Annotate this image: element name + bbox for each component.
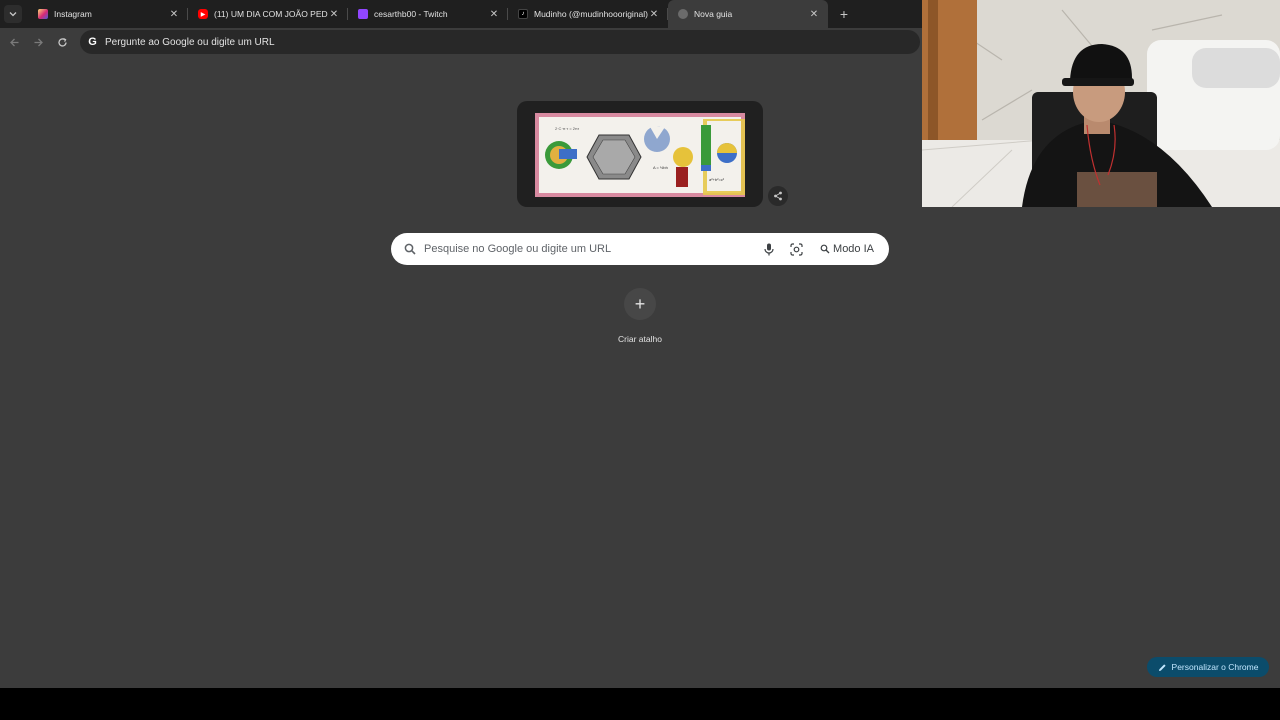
- address-bar[interactable]: G Pergunte ao Google ou digite um URL: [80, 30, 920, 54]
- ai-mode-label: Modo IA: [833, 243, 874, 255]
- tab-instagram[interactable]: Instagram ✕: [28, 0, 188, 28]
- doodle-image: 2·C·π·r = 2πr A = ½bh a²+b²=c²: [535, 113, 745, 197]
- twitch-icon: [358, 9, 368, 19]
- arrow-left-icon: [9, 38, 18, 46]
- tab-search-button[interactable]: [4, 5, 22, 23]
- forward-button[interactable]: [26, 30, 50, 54]
- shortcut-label: Criar atalho: [618, 334, 662, 344]
- google-g-icon: G: [88, 36, 97, 48]
- google-doodle[interactable]: 2·C·π·r = 2πr A = ½bh a²+b²=c²: [517, 101, 763, 207]
- close-icon[interactable]: ✕: [648, 9, 660, 20]
- browser-toolbar: G Pergunte ao Google ou digite um URL: [0, 28, 922, 56]
- tab-title: Mudinho (@mudinhoooriginal): [534, 9, 648, 19]
- tab-twitch[interactable]: cesarthb00 - Twitch ✕: [348, 0, 508, 28]
- customize-chrome-button[interactable]: Personalizar o Chrome: [1147, 657, 1269, 677]
- microphone-icon: [764, 243, 774, 255]
- taskbar-area: [0, 688, 1280, 720]
- camera-lens-icon: [789, 242, 803, 256]
- arrow-right-icon: [34, 38, 43, 46]
- customize-label: Personalizar o Chrome: [1171, 662, 1259, 672]
- close-icon[interactable]: ✕: [488, 9, 500, 20]
- search-input[interactable]: [424, 233, 760, 265]
- tab-title: Instagram: [54, 9, 92, 19]
- tiktok-icon: ♪: [518, 9, 528, 19]
- lens-search-button[interactable]: [786, 239, 806, 259]
- close-icon[interactable]: ✕: [808, 9, 820, 20]
- tab-title: (11) UM DIA COM JOÃO PEDRO: [214, 9, 328, 19]
- webcam-overlay: [922, 0, 1280, 207]
- tab-title: cesarthb00 - Twitch: [374, 9, 448, 19]
- add-shortcut[interactable]: + Criar atalho: [610, 288, 670, 344]
- tab-new-tab[interactable]: Nova guia ✕: [668, 0, 828, 28]
- close-icon[interactable]: ✕: [168, 9, 180, 20]
- plus-icon: +: [839, 6, 849, 22]
- address-bar-text: Pergunte ao Google ou digite um URL: [105, 36, 275, 48]
- sparkle-search-icon: [820, 244, 830, 254]
- reload-button[interactable]: [50, 30, 74, 54]
- tab-youtube[interactable]: ▶ (11) UM DIA COM JOÃO PEDRO ✕: [188, 0, 348, 28]
- tab-strip: Instagram ✕ ▶ (11) UM DIA COM JOÃO PEDRO…: [0, 0, 922, 28]
- chevron-down-icon: [9, 12, 17, 17]
- pencil-icon: [1158, 663, 1166, 671]
- svg-text:2·C·π·r = 2πr: 2·C·π·r = 2πr: [555, 126, 580, 131]
- doodle-share-button[interactable]: [768, 186, 788, 206]
- reload-icon: [57, 37, 67, 47]
- close-icon[interactable]: ✕: [328, 9, 340, 20]
- chrome-icon: [678, 9, 688, 19]
- svg-text:A = ½bh: A = ½bh: [653, 165, 668, 170]
- back-button[interactable]: [2, 30, 26, 54]
- google-search-box[interactable]: Modo IA: [391, 233, 889, 265]
- share-icon: [774, 191, 782, 201]
- webcam-image: [922, 0, 1280, 207]
- voice-search-button[interactable]: [759, 239, 779, 259]
- new-tab-button[interactable]: +: [834, 4, 854, 24]
- svg-text:a²+b²=c²: a²+b²=c²: [709, 177, 725, 182]
- tab-tiktok[interactable]: ♪ Mudinho (@mudinhoooriginal) ✕: [508, 0, 668, 28]
- plus-icon: +: [624, 288, 656, 320]
- youtube-icon: ▶: [198, 9, 208, 19]
- ai-mode-button[interactable]: Modo IA: [813, 238, 883, 260]
- tab-title: Nova guia: [694, 9, 733, 19]
- search-icon: [404, 243, 416, 255]
- instagram-icon: [38, 9, 48, 19]
